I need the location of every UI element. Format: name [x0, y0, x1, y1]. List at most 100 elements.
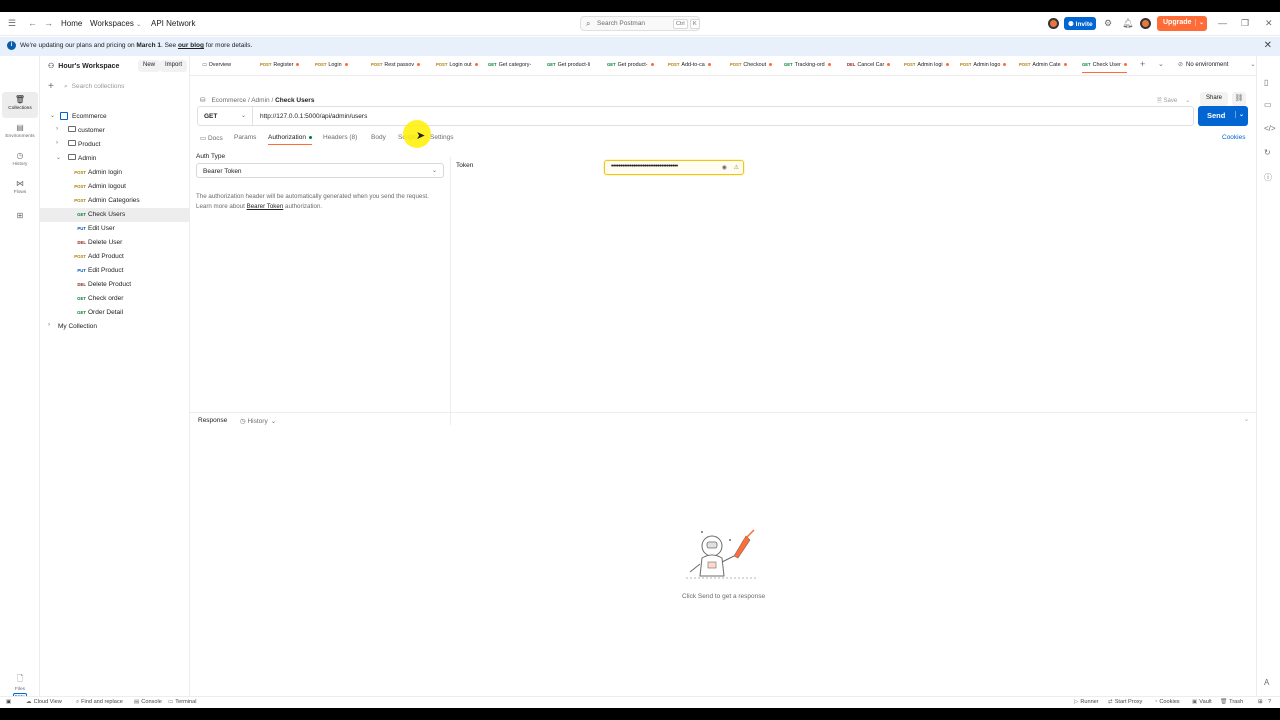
menu-icon[interactable]: ☰	[8, 18, 16, 28]
translate-icon[interactable]: A	[1264, 678, 1269, 687]
tab-headers[interactable]: Headers (8)	[323, 134, 357, 141]
rail-environments[interactable]: ▤ Environments	[2, 120, 38, 146]
workspace-name[interactable]: ⚇ Hour's Workspace	[48, 62, 119, 70]
tree-collection-item[interactable]: › My Collection	[40, 320, 189, 334]
rail-history[interactable]: ◷ History	[2, 148, 38, 174]
tab-docs[interactable]: ▭ Docs	[200, 134, 223, 142]
bearer-token-link[interactable]: Bearer Token	[247, 203, 284, 210]
response-divider[interactable]	[190, 412, 1256, 413]
request-tab[interactable]: GET Get product-li	[547, 62, 590, 68]
tree-request-item[interactable]: POST Admin login	[40, 166, 189, 180]
notification-bell-icon[interactable]: 🔔︎	[1122, 18, 1133, 28]
history-dropdown[interactable]: ◷ History ⌄	[240, 417, 276, 425]
footer-vault[interactable]: ▣ Vault	[1192, 699, 1212, 705]
upgrade-button[interactable]: Upgrade ⌄	[1157, 16, 1207, 31]
request-tab[interactable]: POST Admin Cate	[1019, 62, 1067, 68]
tree-collection-item[interactable]: ⌄ Ecommerce	[40, 110, 189, 124]
url-input[interactable]: http://127.0.0.1:5000/api/admin/users	[260, 113, 367, 120]
close-icon[interactable]: ✕	[1264, 40, 1272, 51]
chevron-down-icon[interactable]: ⌄	[1234, 111, 1244, 118]
request-tab[interactable]: POST Rest passov	[371, 62, 421, 68]
share-button[interactable]: Share	[1200, 92, 1229, 106]
chevron-down-icon[interactable]: ⌄	[50, 112, 55, 119]
sidebar-toggle-icon[interactable]: ▣	[6, 699, 11, 705]
tree-request-item[interactable]: DEL Delete Product	[40, 278, 189, 292]
token-input[interactable]: •••••••••••••••••••••••••••••••••••• ◉ ⚠	[604, 160, 744, 175]
nav-workspaces[interactable]: Workspaces ⌄	[90, 19, 141, 28]
footer-cloud-view[interactable]: ☁ Cloud View	[26, 699, 62, 705]
request-tab[interactable]: POST Login out	[436, 62, 478, 68]
footer-runner[interactable]: ▷ Runner	[1074, 699, 1099, 705]
request-tab[interactable]: GET Tracking-ord	[784, 62, 831, 68]
request-tab[interactable]: POST Add-to-ca	[668, 62, 711, 68]
save-button[interactable]: 🗎 Save ⌄	[1157, 96, 1190, 106]
chevron-down-icon[interactable]: ⌄	[1244, 416, 1249, 423]
tab-settings[interactable]: Settings	[430, 134, 454, 141]
rail-flows[interactable]: ⋈ Flows	[2, 176, 38, 202]
request-tab[interactable]: POST Checkout	[730, 62, 773, 68]
footer-terminal[interactable]: ▭ Terminal	[168, 699, 196, 705]
cookies-link[interactable]: Cookies	[1222, 134, 1245, 141]
tree-folder-item[interactable]: › Product	[40, 138, 189, 152]
tab-authorization[interactable]: Authorization	[268, 134, 312, 145]
comments-icon[interactable]: ▭	[1264, 100, 1272, 109]
chevron-right-icon[interactable]: ›	[48, 322, 50, 328]
banner-blog-link[interactable]: our blog	[178, 42, 204, 49]
tree-request-item[interactable]: POST Add Product	[40, 250, 189, 264]
breadcrumb-collection[interactable]: Ecommerce	[211, 97, 246, 104]
rail-collections[interactable]: 🗑︎ Collections	[2, 92, 38, 118]
new-tab-icon[interactable]: +	[1140, 59, 1145, 69]
close-window-icon[interactable]: ✕	[1265, 18, 1273, 28]
docs-icon[interactable]: ▯	[1264, 78, 1268, 87]
add-icon[interactable]: +	[48, 81, 54, 92]
tree-folder-item[interactable]: › customer	[40, 124, 189, 138]
request-title[interactable]: Check Users	[275, 97, 314, 104]
tree-request-item[interactable]: GET Order Detail	[40, 306, 189, 320]
global-search[interactable]: ⌕ Search Postman Ctrl K	[580, 16, 700, 31]
nav-api-network[interactable]: API Network	[151, 19, 195, 28]
request-tab[interactable]: POST Login	[315, 62, 348, 68]
tree-request-item[interactable]: PUT Edit Product	[40, 264, 189, 278]
request-tab[interactable]: GET Get category-	[488, 62, 531, 68]
footer-start-proxy[interactable]: ⇄ Start Proxy	[1108, 699, 1142, 705]
settings-gear-icon[interactable]: ⚙	[1104, 18, 1112, 28]
layout-icon[interactable]: ⊞	[1258, 699, 1263, 705]
maximize-window-icon[interactable]: ❐	[1241, 18, 1249, 28]
request-tab[interactable]: ▭ Overview	[202, 62, 231, 68]
breadcrumb-folder[interactable]: Admin	[251, 97, 269, 104]
rail-apps[interactable]: ⊞	[2, 208, 38, 234]
request-tab[interactable]: GET Get product-	[607, 62, 654, 68]
request-tab[interactable]: DEL Cancel Car	[847, 62, 891, 68]
nav-home[interactable]: Home	[61, 19, 82, 28]
footer-cookies[interactable]: ◔ Cookies	[1154, 699, 1180, 705]
request-tab[interactable]: GET Check User	[1082, 62, 1127, 73]
request-tab[interactable]: POST Register	[260, 62, 300, 68]
request-tab[interactable]: POST Admin logi	[904, 62, 949, 68]
eye-icon[interactable]: ◉	[722, 164, 727, 171]
info-icon[interactable]: ⓘ	[1264, 172, 1272, 183]
back-arrow-icon[interactable]: ←	[28, 18, 37, 28]
chevron-down-icon[interactable]: ⌄	[1194, 19, 1204, 26]
tree-request-item[interactable]: GET Check Users	[40, 208, 189, 222]
link-icon[interactable]: ⛓	[1232, 92, 1246, 106]
activity-icon[interactable]: ↻	[1264, 148, 1271, 157]
code-icon[interactable]: </>	[1264, 124, 1276, 133]
import-button[interactable]: Import	[160, 60, 188, 72]
forward-arrow-icon[interactable]: →	[44, 18, 53, 28]
send-button[interactable]: Send ⌄	[1198, 106, 1248, 126]
chevron-right-icon[interactable]: ›	[56, 126, 58, 132]
http-method-select[interactable]: GET ⌄	[198, 107, 253, 125]
tree-request-item[interactable]: DEL Delete User	[40, 236, 189, 250]
environment-selector[interactable]: ⊘ No environment ⌄	[1178, 61, 1255, 68]
collaborator-avatar[interactable]	[1048, 18, 1059, 29]
tab-body[interactable]: Body	[371, 134, 386, 141]
minimize-window-icon[interactable]: —	[1218, 18, 1227, 28]
auth-type-select[interactable]: Bearer Token ⌄	[196, 163, 444, 178]
footer-console[interactable]: ▤ Console	[134, 699, 162, 705]
invite-button[interactable]: ⚉ Invite	[1064, 17, 1096, 30]
chevron-down-icon[interactable]: ⌄	[56, 154, 61, 161]
chevron-down-icon[interactable]: ⌄	[1158, 60, 1164, 68]
footer-find-replace[interactable]: ⌕ Find and replace	[76, 699, 123, 706]
user-avatar[interactable]	[1140, 18, 1151, 29]
footer-trash[interactable]: 🗑︎ Trash	[1220, 699, 1243, 705]
